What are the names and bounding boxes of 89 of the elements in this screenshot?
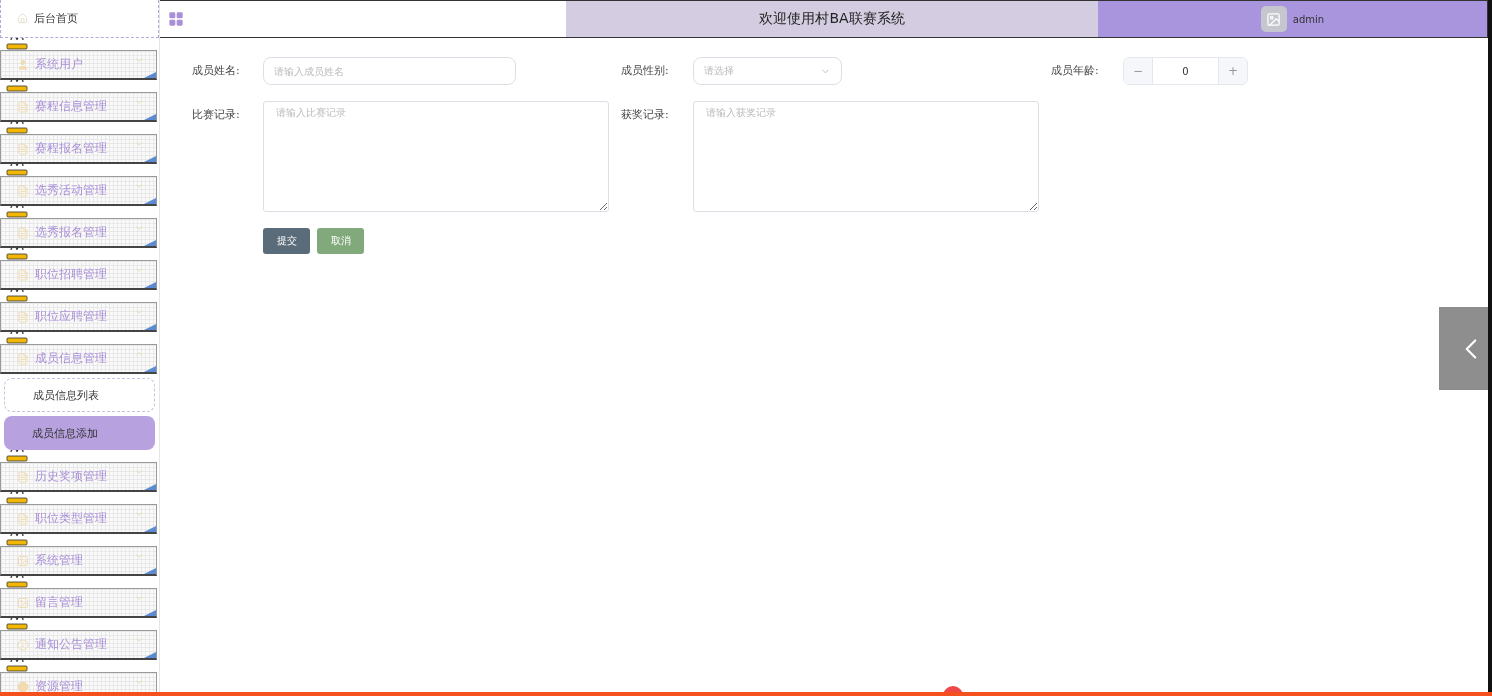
folded-corner-icon bbox=[144, 240, 156, 246]
age-number-field[interactable]: − 0 + bbox=[1123, 57, 1248, 85]
folded-corner-icon bbox=[144, 324, 156, 330]
chevron-down-icon bbox=[134, 509, 144, 519]
menu-item[interactable]: 职位招聘管理 bbox=[0, 260, 157, 290]
folded-corner-icon bbox=[144, 366, 156, 372]
submenu-item[interactable]: 成员信息添加 bbox=[4, 416, 155, 450]
chevron-down-icon bbox=[134, 139, 144, 149]
submit-button[interactable]: 提交 bbox=[263, 228, 310, 254]
field-label: 比赛记录: bbox=[192, 107, 241, 123]
award-record-textarea[interactable]: 请输入获奖记录 bbox=[693, 101, 1039, 212]
folded-corner-icon bbox=[144, 198, 156, 204]
chevron-down-icon bbox=[134, 593, 144, 603]
menu-icon bbox=[17, 512, 29, 525]
menu-item[interactable]: 系统管理 bbox=[0, 546, 157, 576]
submenu-item[interactable]: 成员信息列表 bbox=[4, 378, 155, 412]
home-menu-item[interactable]: 后台首页 bbox=[0, 0, 159, 38]
user-name[interactable]: admin bbox=[1292, 13, 1325, 25]
binder-clip-icon bbox=[6, 38, 28, 50]
chevron-down-icon bbox=[134, 635, 144, 645]
chevron-down-icon bbox=[134, 265, 144, 275]
menu-item[interactable]: 资源管理 bbox=[0, 672, 157, 692]
menu-item[interactable]: 赛程报名管理 bbox=[0, 134, 157, 164]
menu-icon bbox=[17, 142, 29, 155]
binder-clip-icon bbox=[6, 80, 28, 92]
grid-menu-icon[interactable] bbox=[168, 11, 184, 27]
menu-item[interactable]: 选秀报名管理 bbox=[0, 218, 157, 248]
binder-clip-icon bbox=[6, 290, 28, 302]
folded-corner-icon bbox=[144, 526, 156, 532]
chevron-down-icon bbox=[134, 677, 144, 687]
folded-corner-icon bbox=[144, 610, 156, 616]
home-icon bbox=[17, 13, 28, 24]
folded-corner-icon bbox=[144, 156, 156, 162]
menu-icon bbox=[17, 596, 29, 609]
folded-corner-icon bbox=[144, 114, 156, 120]
binder-clip-icon bbox=[6, 534, 28, 546]
cancel-button[interactable]: 取消 bbox=[317, 228, 364, 254]
folded-corner-icon bbox=[144, 72, 156, 78]
folded-corner-icon bbox=[144, 282, 156, 288]
chevron-down-icon bbox=[134, 467, 144, 477]
binder-clip-icon bbox=[6, 492, 28, 504]
menu-icon bbox=[17, 184, 29, 197]
binder-clip-icon bbox=[6, 332, 28, 344]
binder-clip-icon bbox=[6, 450, 28, 462]
chevron-down-icon bbox=[134, 307, 144, 317]
chevron-down-icon bbox=[134, 55, 144, 65]
menu-icon bbox=[17, 58, 29, 71]
menu-icon bbox=[17, 310, 29, 323]
folded-corner-icon bbox=[144, 484, 156, 490]
menu-icon bbox=[17, 100, 29, 113]
menu-icon bbox=[17, 352, 29, 365]
menu-item[interactable]: 赛程信息管理 bbox=[0, 92, 157, 122]
field-label: 成员性别: bbox=[621, 63, 670, 79]
chevron-up-icon bbox=[134, 349, 144, 359]
menu-item[interactable]: 职位类型管理 bbox=[0, 504, 157, 534]
chevron-down-icon bbox=[134, 97, 144, 107]
menu-item[interactable]: 成员信息管理 bbox=[0, 344, 157, 374]
folded-corner-icon bbox=[144, 652, 156, 658]
field-label: 获奖记录: bbox=[621, 107, 670, 123]
match-record-textarea[interactable]: 请输入比赛记录 bbox=[263, 101, 609, 212]
chevron-down-icon bbox=[134, 551, 144, 561]
menu-icon bbox=[17, 268, 29, 281]
avatar-image-icon[interactable] bbox=[1260, 6, 1287, 32]
menu-icon bbox=[17, 638, 29, 651]
field-label: 成员姓名: bbox=[192, 63, 241, 79]
menu-item[interactable]: 历史奖项管理 bbox=[0, 462, 157, 492]
gender-select[interactable]: 请选择 bbox=[693, 57, 842, 85]
field-label: 成员年龄: bbox=[1051, 63, 1100, 79]
menu-icon bbox=[17, 470, 29, 483]
chevron-down-icon bbox=[134, 223, 144, 233]
binder-clip-icon bbox=[6, 618, 28, 630]
chevron-down-icon bbox=[134, 181, 144, 191]
binder-clip-icon bbox=[6, 122, 28, 134]
folded-corner-icon bbox=[144, 568, 156, 574]
binder-clip-icon bbox=[6, 206, 28, 218]
menu-icon bbox=[17, 226, 29, 239]
binder-clip-icon bbox=[6, 248, 28, 260]
menu-icon bbox=[17, 554, 29, 567]
menu-item[interactable]: 系统用户 bbox=[0, 50, 157, 80]
menu-item[interactable]: 留言管理 bbox=[0, 588, 157, 618]
menu-item[interactable]: 职位应聘管理 bbox=[0, 302, 157, 332]
binder-clip-icon bbox=[6, 164, 28, 176]
binder-clip-icon bbox=[6, 576, 28, 588]
binder-clip-icon bbox=[6, 660, 28, 672]
header-title: 欢迎使用村BA联赛系统 bbox=[759, 10, 905, 28]
name-input-field[interactable]: 请输入成员姓名 bbox=[263, 57, 516, 85]
menu-item[interactable]: 选秀活动管理 bbox=[0, 176, 157, 206]
menu-item[interactable]: 通知公告管理 bbox=[0, 630, 157, 660]
menu-icon bbox=[17, 680, 29, 692]
